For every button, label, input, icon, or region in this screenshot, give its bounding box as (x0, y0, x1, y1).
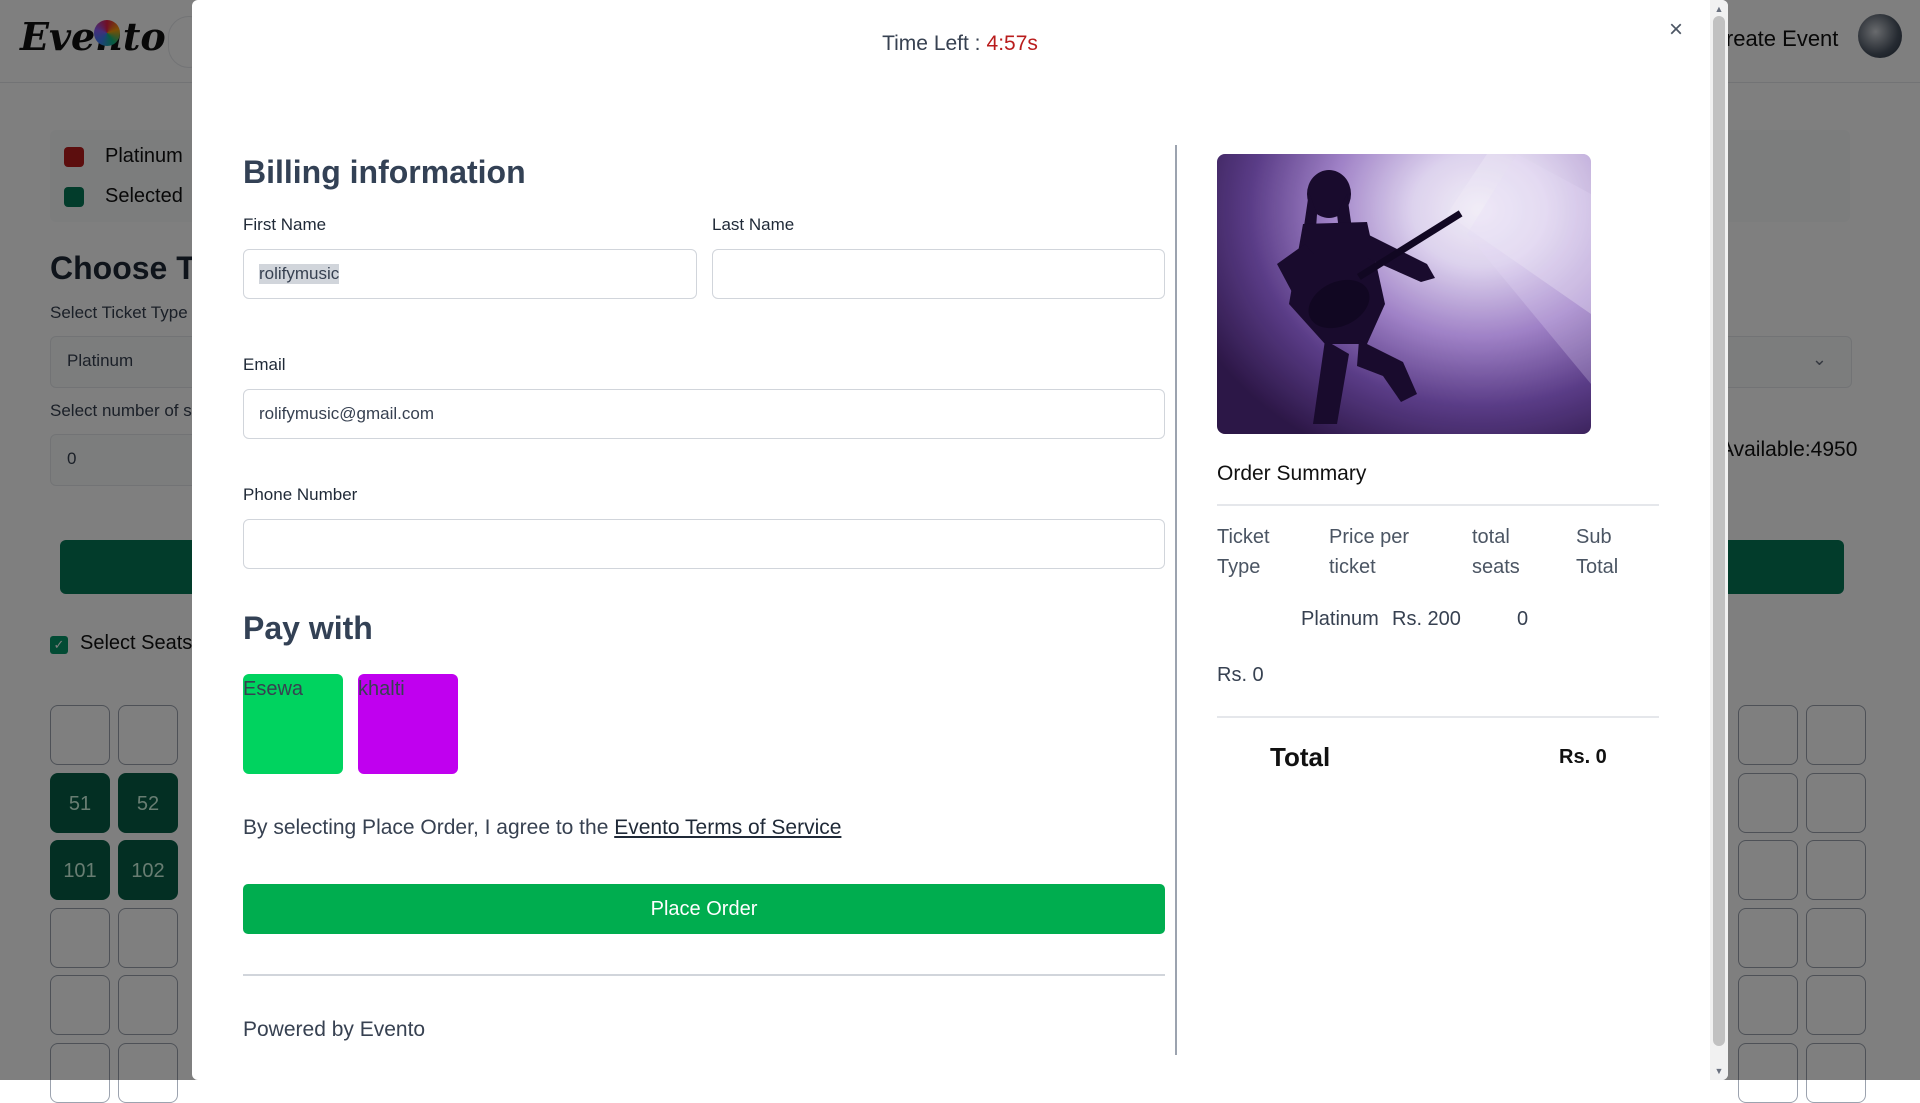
powered-by-text: Powered by Evento (243, 1018, 426, 1041)
order-summary-title: Order Summary (1217, 462, 1367, 485)
scroll-up-icon[interactable]: ▲ (1710, 2, 1728, 16)
last-name-field[interactable] (712, 249, 1165, 299)
divider (243, 974, 1165, 976)
summary-divider-top (1217, 504, 1659, 506)
phone-field[interactable] (243, 519, 1165, 569)
email-value: rolifymusic@gmail.com (259, 404, 435, 423)
header-price-per-ticket: Price per ticket (1329, 526, 1410, 578)
row-ticket-type: Platinum (1301, 608, 1379, 630)
checkout-modal: Time Left :4:57s × Billing information F… (192, 0, 1728, 1080)
scroll-down-icon[interactable]: ▼ (1710, 1064, 1728, 1078)
summary-divider-bottom (1217, 716, 1659, 718)
header-ticket-type: Ticket Type (1217, 526, 1270, 578)
email-field[interactable]: rolifymusic@gmail.com (243, 389, 1165, 439)
timer-label: Time Left : (882, 32, 981, 55)
phone-label: Phone Number (243, 485, 358, 504)
scrollbar-thumb[interactable] (1713, 16, 1725, 1046)
terms-text: By selecting Place Order, I agree to the… (243, 816, 841, 840)
header-sub-total: Sub Total (1576, 526, 1619, 578)
row-price: Rs. 200 (1392, 608, 1461, 630)
row-subtotal: Rs. 0 (1217, 664, 1264, 686)
khalti-label: khalti (358, 678, 405, 700)
khalti-payment-option[interactable]: khalti (358, 674, 458, 774)
row-seats: 0 (1517, 608, 1529, 630)
terms-of-service-link[interactable]: Evento Terms of Service (614, 816, 841, 839)
billing-title: Billing information (243, 154, 526, 190)
total-value: Rs. 0 (1559, 746, 1607, 768)
event-image (1217, 154, 1591, 434)
total-label: Total (1270, 742, 1331, 772)
esewa-payment-option[interactable]: Esewa (243, 674, 343, 774)
first-name-field[interactable]: rolifymusic (243, 249, 697, 299)
guitarist-silhouette-icon (1217, 154, 1591, 434)
pay-with-title: Pay with (243, 610, 373, 646)
header-total-seats: total seats (1472, 526, 1520, 578)
email-label: Email (243, 355, 286, 374)
esewa-label: Esewa (243, 678, 304, 700)
first-name-value: rolifymusic (259, 264, 340, 284)
terms-prefix: By selecting Place Order, I agree to the (243, 816, 615, 839)
place-order-button[interactable]: Place Order (243, 884, 1165, 934)
countdown-timer: Time Left :4:57s (192, 32, 1728, 56)
column-divider (1175, 145, 1177, 1055)
first-name-label: First Name (243, 215, 327, 234)
close-icon[interactable]: × (1662, 16, 1690, 44)
last-name-label: Last Name (712, 215, 795, 234)
timer-value: 4:57s (986, 32, 1038, 55)
